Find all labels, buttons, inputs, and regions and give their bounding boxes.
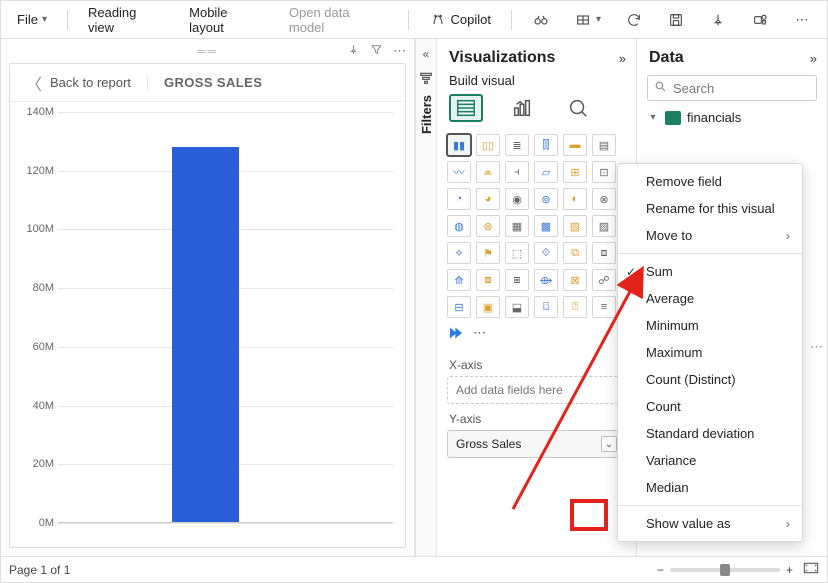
y-tick-label: 40M [16, 400, 54, 412]
mobile-layout-button[interactable]: Mobile layout [179, 0, 275, 41]
collapse-viz-icon[interactable]: » [619, 51, 626, 66]
page-indicator: Page 1 of 1 [9, 563, 70, 577]
visual-type-button[interactable]: ◕ [476, 188, 500, 210]
reading-view-button[interactable]: Reading view [78, 0, 175, 41]
visual-type-button[interactable]: ▦ [505, 215, 529, 237]
visual-title: GROSS SALES [147, 75, 278, 90]
visual-type-button[interactable]: 〰 [447, 161, 471, 183]
visual-more-icon[interactable]: ⋯ [393, 43, 406, 59]
ellipsis-icon: ⋯ [793, 11, 811, 29]
visual-type-button[interactable]: ⊞ [563, 161, 587, 183]
drag-handle-icon[interactable]: ══ [197, 44, 218, 58]
visual-type-button[interactable]: ⊚ [534, 188, 558, 210]
grid-icon [574, 11, 592, 29]
visual-type-button[interactable]: ⩕ [476, 161, 500, 183]
build-visual-label: Build visual [437, 71, 636, 94]
teams-button[interactable] [741, 5, 779, 35]
view-menu[interactable]: ▾ [564, 5, 611, 35]
visual-type-button[interactable]: ▱ [534, 161, 558, 183]
visual-type-button[interactable]: ⟡ [447, 242, 471, 264]
pin-icon [709, 11, 727, 29]
visual-type-button[interactable]: ▬ [563, 134, 587, 156]
format-visual-tab[interactable] [505, 94, 539, 122]
back-to-report-button[interactable]: 〈Back to report [10, 71, 147, 95]
fit-to-page-button[interactable] [803, 562, 819, 577]
save-icon [667, 11, 685, 29]
context-menu-item[interactable]: Remove field [618, 168, 802, 195]
refresh-icon [625, 11, 643, 29]
explore-button[interactable] [522, 5, 560, 35]
data-title: Data [649, 49, 684, 67]
data-search-input[interactable]: Search [647, 75, 817, 101]
table-icon [665, 111, 681, 125]
visual-type-button[interactable]: ⟰ [447, 269, 471, 291]
visual-card[interactable]: 〈Back to report GROSS SALES 0M 20M 40M 60M 8… [9, 63, 406, 548]
pin-button[interactable] [699, 5, 737, 35]
visual-type-button[interactable]: ▯▯ [476, 134, 500, 156]
visual-type-button[interactable]: ◐ [563, 188, 587, 210]
power-automate-icon[interactable] [447, 324, 465, 342]
y-tick-label: 20M [16, 458, 54, 470]
overflow-indicator-icon: ⋯ [810, 339, 823, 355]
visual-type-button[interactable]: ◍ [447, 215, 471, 237]
context-menu-item[interactable]: Rename for this visual [618, 195, 802, 222]
visual-type-button[interactable]: ⫞ [505, 161, 529, 183]
zoom-slider[interactable] [670, 568, 780, 572]
status-bar: Page 1 of 1 − + [1, 556, 827, 582]
y-tick-label: 100M [16, 223, 54, 235]
filters-icon [417, 69, 435, 87]
visual-type-button[interactable]: ◔ [447, 188, 471, 210]
open-data-model-button: Open data model [279, 0, 398, 41]
more-button[interactable]: ⋯ [783, 5, 821, 35]
visual-type-button[interactable]: ⊟ [447, 296, 471, 318]
visual-type-button[interactable]: ▩ [534, 215, 558, 237]
refresh-button[interactable] [615, 5, 653, 35]
chart-area: 0M 20M 40M 60M 80M 100M 120M 140M [10, 102, 405, 547]
file-menu[interactable]: File▾ [7, 6, 57, 33]
viz-more-button[interactable]: ⋯ [473, 325, 486, 341]
visual-type-button[interactable]: ⊡ [592, 161, 616, 183]
chevron-right-icon: › [786, 516, 790, 531]
save-button[interactable] [657, 5, 695, 35]
y-tick-label: 60M [16, 341, 54, 353]
visual-type-button[interactable]: ▧ [563, 215, 587, 237]
collapse-data-icon[interactable]: » [810, 51, 817, 66]
zoom-in-button[interactable]: + [786, 563, 793, 577]
visual-type-button[interactable]: ◉ [505, 188, 529, 210]
analytics-tab[interactable] [561, 94, 595, 122]
pin-visual-icon[interactable] [347, 43, 360, 59]
y-tick-label: 120M [16, 165, 54, 177]
visual-type-button[interactable]: ≣ [505, 134, 529, 156]
copilot-icon [429, 11, 447, 29]
caret-down-icon: ▾ [647, 112, 659, 123]
annotation-arrow [493, 259, 653, 519]
search-icon [654, 80, 667, 96]
expand-filters-icon[interactable]: « [423, 47, 430, 61]
visualizations-title: Visualizations [449, 49, 555, 67]
filter-visual-icon[interactable] [370, 43, 383, 59]
table-node-financials[interactable]: ▾ financials [647, 107, 817, 128]
chart-bar[interactable] [172, 147, 239, 523]
chevron-right-icon: › [786, 228, 790, 243]
build-visual-tab[interactable] [449, 94, 483, 122]
y-tick-label: 140M [16, 106, 54, 118]
context-menu-item[interactable]: Move to› [618, 222, 802, 249]
y-tick-label: 0M [16, 517, 54, 529]
y-tick-label: 80M [16, 282, 54, 294]
filters-label: Filters [419, 95, 434, 134]
visual-type-button[interactable]: ⊗ [592, 188, 616, 210]
copilot-button[interactable]: Copilot [419, 5, 501, 35]
visual-type-button[interactable]: ▮▮ [447, 134, 471, 156]
visual-type-button[interactable]: ⊛ [476, 215, 500, 237]
zoom-out-button[interactable]: − [657, 563, 664, 577]
visual-type-button[interactable]: ⫿⫿ [534, 134, 558, 156]
filters-pane-collapsed[interactable]: « Filters [415, 39, 437, 556]
visual-type-button[interactable]: ▤ [592, 134, 616, 156]
top-toolbar: File▾ Reading view Mobile layout Open da… [1, 1, 827, 39]
back-arrow-icon: 〈 [26, 71, 42, 95]
teams-icon [751, 11, 769, 29]
binoculars-icon [532, 11, 550, 29]
visual-type-button[interactable]: ▨ [592, 215, 616, 237]
